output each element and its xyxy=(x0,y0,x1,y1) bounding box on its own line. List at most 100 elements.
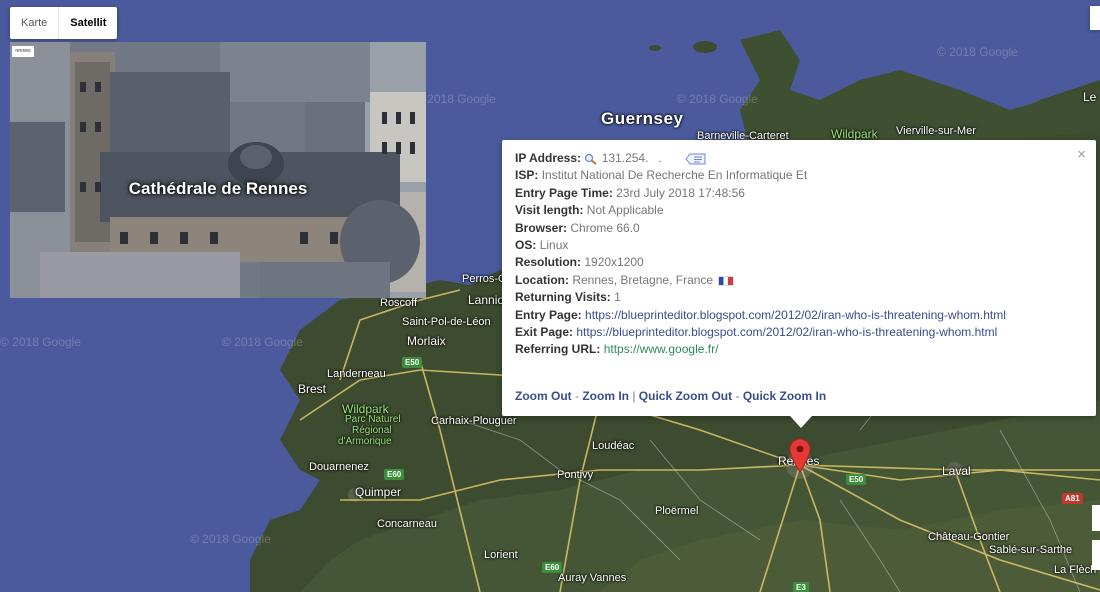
entry-page-row: Entry Page: https://blueprinteditor.blog… xyxy=(515,307,1083,324)
map-watermark: © 2018 Google xyxy=(222,335,303,349)
map-type-control: Karte Satellit xyxy=(10,7,118,39)
place-carhaix: Carhaix-Plouguer xyxy=(431,415,517,427)
ip-lookup-icon[interactable] xyxy=(685,153,707,165)
place-guernsey: Guernsey xyxy=(601,109,684,128)
magnifier-icon[interactable] xyxy=(584,153,598,165)
place-ploermel: Ploërmel xyxy=(655,505,699,517)
place-loudeac: Loudéac xyxy=(592,440,635,452)
zoom-out-link[interactable]: Zoom Out xyxy=(515,389,572,403)
zoom-in-link[interactable]: Zoom In xyxy=(582,389,629,403)
entry-time-row: Entry Page Time: 23rd July 2018 17:48:56 xyxy=(515,185,1083,202)
exit-page-link[interactable]: https://blueprinteditor.blogspot.com/201… xyxy=(576,325,997,339)
isp-row: ISP: Institut National De Recherche En I… xyxy=(515,167,1083,184)
road-e50-west: E50 xyxy=(402,357,423,368)
os-row: OS: Linux xyxy=(515,237,1083,254)
aerial-photo-panel[interactable]: rennes Cathédrale de Rennes xyxy=(10,42,426,298)
visit-length-row: Visit length: Not Applicable xyxy=(515,202,1083,219)
aerial-photo-image xyxy=(10,42,426,298)
map-watermark: © 2018 Google xyxy=(415,92,496,106)
place-chateau-gontier: Château-Gontier xyxy=(928,531,1010,543)
visit-length-value: Not Applicable xyxy=(586,203,664,218)
returning-value: 1 xyxy=(614,290,621,305)
place-saint-pol: Saint-Pol-de-Léon xyxy=(402,316,491,328)
photo-caption: Cathédrale de Rennes xyxy=(128,179,308,198)
photo-thumbnail-label[interactable]: rennes xyxy=(12,46,34,57)
place-sable: Sablé-sur-Sarthe xyxy=(989,544,1073,556)
ip-label: IP Address: xyxy=(515,151,582,165)
map-marker-icon[interactable] xyxy=(789,438,811,474)
zoom-control[interactable] xyxy=(1092,505,1100,531)
place-brest: Brest xyxy=(298,382,327,396)
place-douarnenez: Douarnenez xyxy=(309,461,369,473)
exit-page-row: Exit Page: https://blueprinteditor.blogs… xyxy=(515,324,1083,341)
visitor-info-window: × IP Address: 131.254. . ISP: Institut N… xyxy=(502,140,1096,428)
location-label: Location: xyxy=(515,272,569,287)
place-vierville: Vierville-sur-Mer xyxy=(896,125,976,137)
road-e50-east: E50 xyxy=(846,474,867,485)
place-lorient: Lorient xyxy=(484,549,518,561)
road-e60-west: E60 xyxy=(384,469,405,480)
returning-row: Returning Visits: 1 xyxy=(515,289,1083,306)
referring-row: Referring URL: https://www.google.fr/ xyxy=(515,341,1083,358)
entry-time-value: 23rd July 2018 17:48:56 xyxy=(616,185,745,200)
map-watermark: © 2018 Google xyxy=(937,45,1018,59)
entry-time-label: Entry Page Time: xyxy=(515,185,613,200)
place-concarneau: Concarneau xyxy=(377,518,437,530)
quick-zoom-out-link[interactable]: Quick Zoom Out xyxy=(639,389,732,403)
place-pontivy: Pontivy xyxy=(557,469,594,481)
resolution-row: Resolution: 1920x1200 xyxy=(515,254,1083,271)
place-auray-vannes: Auray Vannes xyxy=(558,572,627,584)
place-laval: Laval xyxy=(942,464,971,478)
browser-value: Chrome 66.0 xyxy=(570,220,640,235)
road-a81: A81 xyxy=(1062,493,1083,504)
road-e60-south: E60 xyxy=(542,562,563,573)
map-watermark: © 2018 Google xyxy=(0,335,81,349)
place-la-fleche: La Flèch xyxy=(1054,564,1097,576)
zoom-controls: Zoom Out - Zoom In | Quick Zoom Out - Qu… xyxy=(515,389,826,403)
referring-link[interactable]: https://www.google.fr/ xyxy=(604,342,719,356)
quick-zoom-in-link[interactable]: Quick Zoom In xyxy=(743,389,826,403)
place-park-naturel: Parc Naturel xyxy=(345,414,401,425)
place-roscoff: Roscoff xyxy=(380,297,418,309)
returning-label: Returning Visits: xyxy=(515,290,611,305)
resolution-value: 1920x1200 xyxy=(584,255,644,270)
map-watermark: © 2018 Google xyxy=(677,92,758,106)
visit-length-label: Visit length: xyxy=(515,203,584,218)
info-window-tail xyxy=(790,416,812,428)
ip-value: 131.254. . xyxy=(601,151,662,165)
location-row: Location: Rennes, Bretagne, France xyxy=(515,272,1083,289)
map-watermark: © 2018 Google xyxy=(190,532,271,546)
place-perros: Perros-G xyxy=(462,273,507,285)
close-icon[interactable]: × xyxy=(1077,146,1086,163)
ip-row: IP Address: 131.254. . xyxy=(515,150,1083,167)
location-value: Rennes, Bretagne, France xyxy=(572,272,714,287)
road-e3: E3 xyxy=(793,582,809,592)
place-quimper: Quimper xyxy=(355,485,402,499)
fullscreen-control[interactable] xyxy=(1090,6,1100,30)
entry-page-link[interactable]: https://blueprinteditor.blogspot.com/201… xyxy=(585,308,1006,322)
os-value: Linux xyxy=(539,238,569,253)
browser-row: Browser: Chrome 66.0 xyxy=(515,220,1083,237)
resolution-label: Resolution: xyxy=(515,255,581,270)
entry-page-label: Entry Page: xyxy=(515,307,582,322)
isp-value: Institut National De Recherche En Inform… xyxy=(541,168,808,183)
browser-label: Browser: xyxy=(515,220,568,235)
place-lannion: Lannio xyxy=(468,293,505,307)
pegman-control[interactable] xyxy=(1092,540,1100,570)
zoom-separator: - xyxy=(571,389,583,403)
place-le: Le xyxy=(1083,90,1097,104)
place-morlaix: Morlaix xyxy=(407,334,446,348)
place-armorique: d'Armorique xyxy=(338,436,392,447)
zoom-separator: - xyxy=(732,389,743,403)
zoom-separator: | xyxy=(629,389,639,403)
referring-label: Referring URL: xyxy=(515,342,601,357)
map-type-satellite-button[interactable]: Satellit xyxy=(58,7,117,39)
place-regional: Régional xyxy=(352,425,392,436)
map-type-karte-button[interactable]: Karte xyxy=(10,7,58,39)
os-label: OS: xyxy=(515,238,537,253)
exit-page-label: Exit Page: xyxy=(515,325,574,340)
france-flag-icon xyxy=(718,275,735,286)
isp-label: ISP: xyxy=(515,168,539,183)
place-landerneau: Landerneau xyxy=(327,368,386,380)
place-wildpark-north: Wildpark xyxy=(831,127,878,141)
